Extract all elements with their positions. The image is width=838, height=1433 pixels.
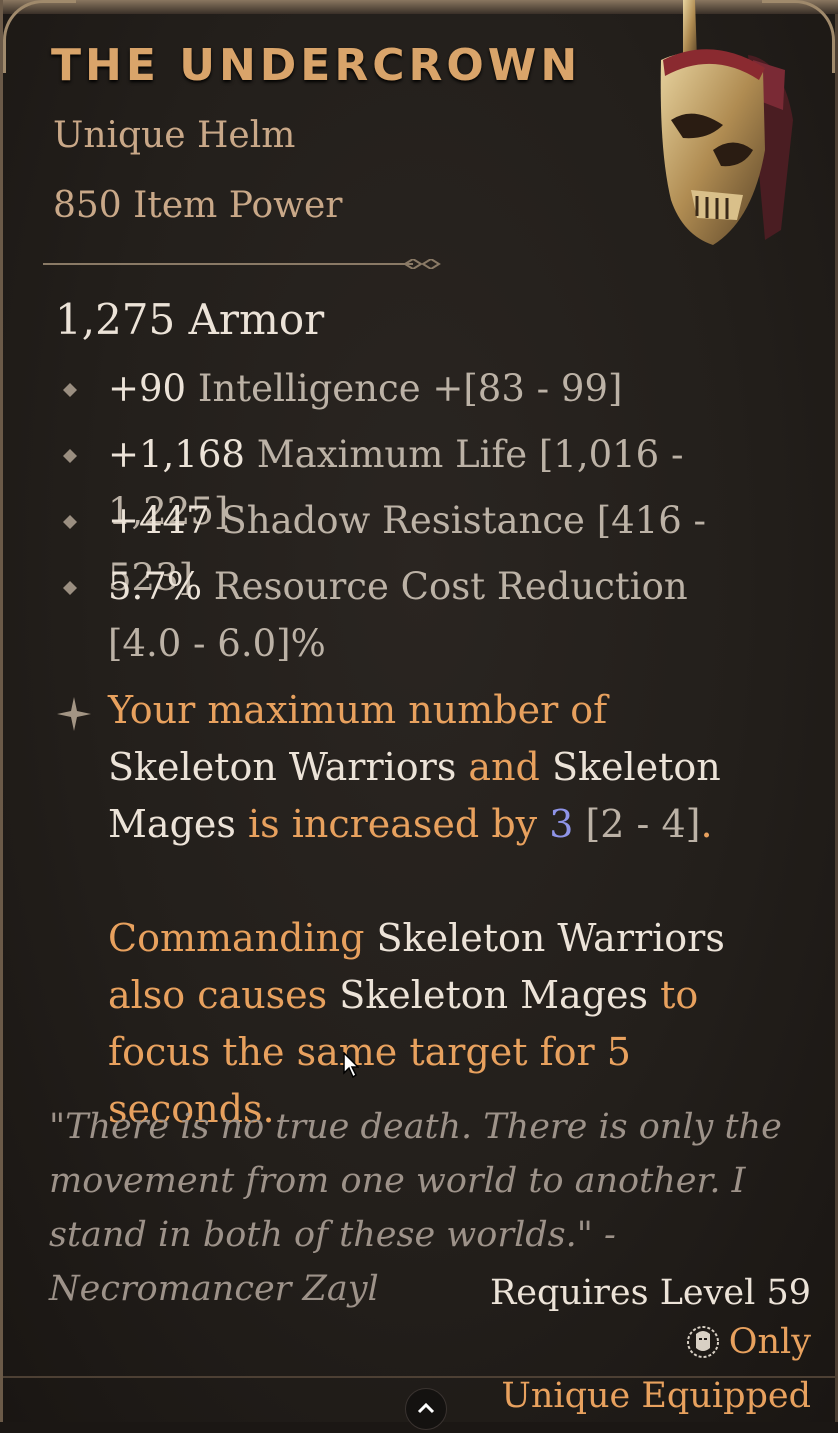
aspect-paragraph-1: Your maximum number of Skeleton Warriors… (108, 688, 721, 846)
class-restriction: Only (728, 1322, 811, 1362)
armor-value: 1,275 Armor (55, 295, 325, 344)
necromancer-class-icon (687, 1326, 719, 1358)
diamond-bullet-icon (63, 515, 77, 529)
scroll-up-button[interactable] (405, 1388, 447, 1430)
item-name: THE UNDERCROWN (51, 40, 582, 91)
section-divider (43, 259, 441, 269)
affix-resource-cost-reduction: 5.7% Resource Cost Reduction [4.0 - 6.0]… (108, 565, 688, 665)
legendary-star-icon (57, 697, 91, 731)
chevron-up-icon (417, 1402, 435, 1414)
mouse-cursor-icon (343, 1052, 359, 1078)
diamond-bullet-icon (63, 383, 77, 397)
diamond-bullet-icon (63, 581, 77, 595)
affix-intelligence: +90 Intelligence +[83 - 99] (108, 367, 623, 410)
helm-icon (660, 0, 793, 245)
unique-aspect: Your maximum number of Skeleton Warriors… (108, 682, 788, 1138)
item-tooltip: THE UNDERCROWN Unique Helm 850 Item Powe… (0, 0, 838, 1430)
diamond-bullet-icon (63, 449, 77, 463)
item-power: 850 Item Power (53, 185, 343, 226)
item-type: Unique Helm (53, 115, 296, 156)
level-requirement: Requires Level 59 (489, 1273, 811, 1313)
unique-equipped-label: Unique Equipped (501, 1376, 811, 1416)
